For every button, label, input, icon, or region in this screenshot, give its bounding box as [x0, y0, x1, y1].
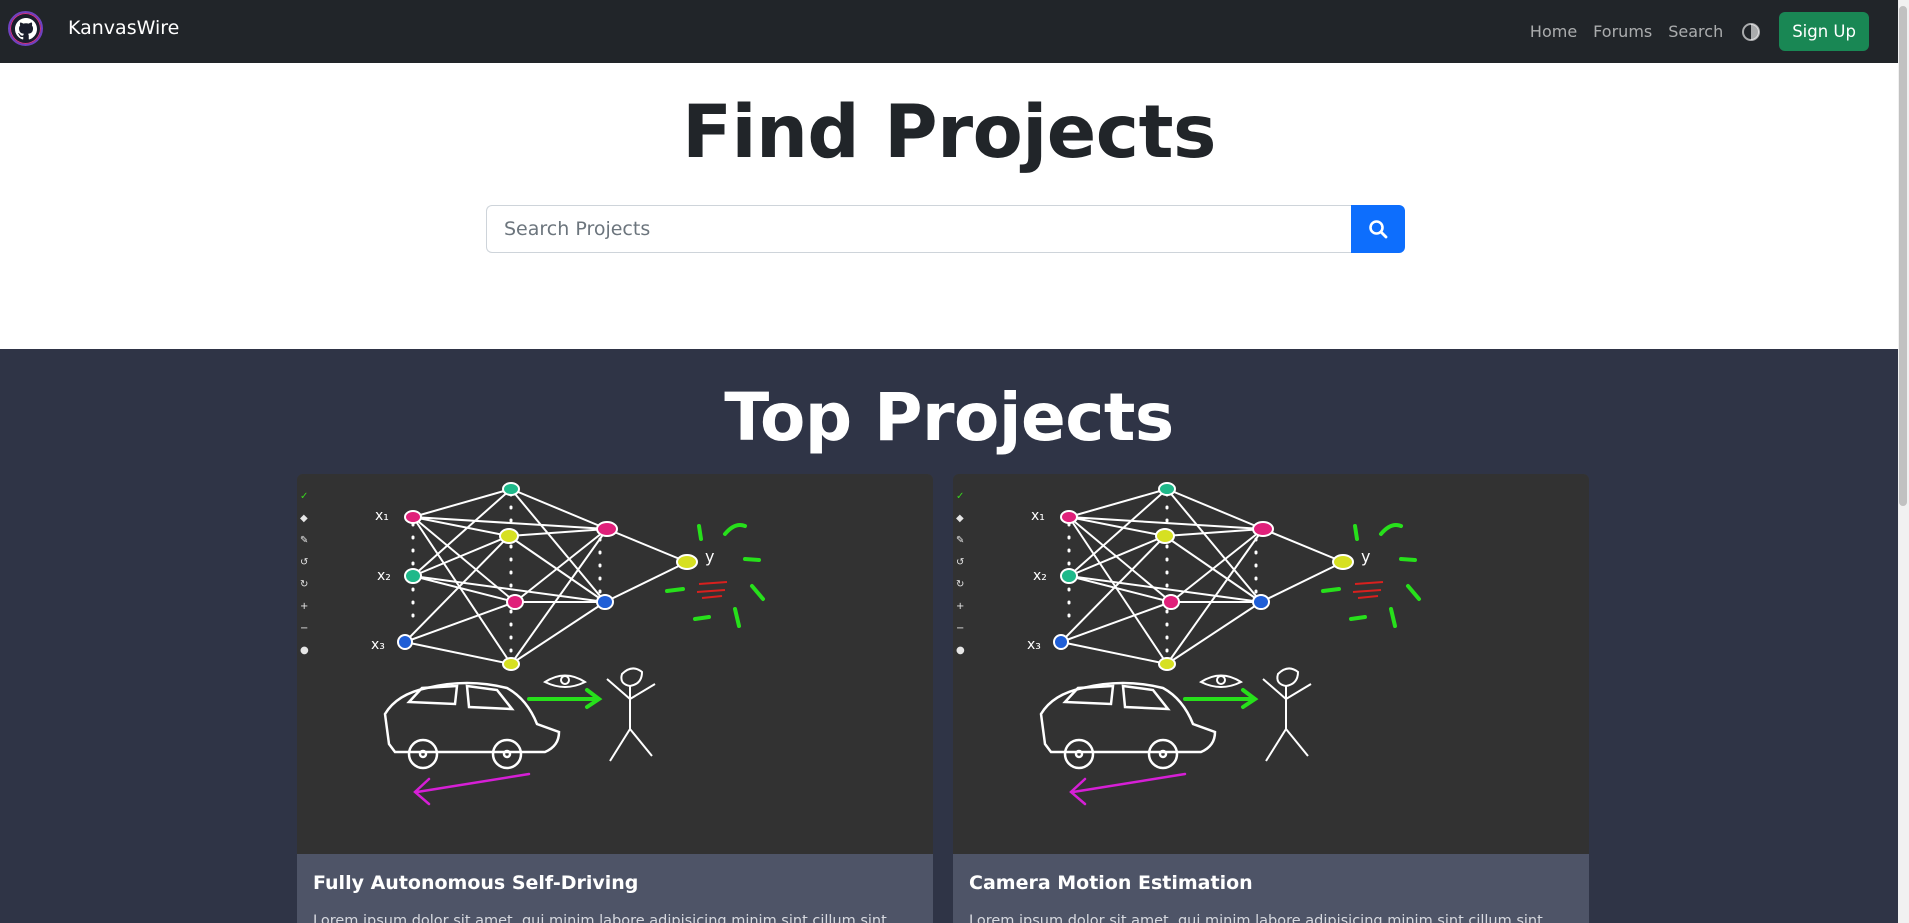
nav-link-forums[interactable]: Forums: [1593, 22, 1652, 41]
svg-text:●: ●: [956, 645, 965, 656]
signup-button[interactable]: Sign Up: [1779, 12, 1869, 51]
project-card[interactable]: ✓ ◆ ✎ ↺ ↻ + − ●: [297, 474, 933, 923]
svg-text:✎: ✎: [300, 535, 308, 546]
svg-text:x₂: x₂: [1033, 568, 1047, 584]
project-thumbnail: ✓ ◆ ✎ ↺ ↻ + − ● x₁ x₂ x₃ y: [953, 474, 1589, 854]
top-projects-heading: Top Projects: [724, 379, 1174, 456]
top-navbar: KanvasWire Home Forums Search Sign Up: [0, 0, 1898, 63]
project-search-group: [486, 205, 1405, 253]
svg-text:x₁: x₁: [375, 508, 389, 524]
project-card[interactable]: ✓ ◆ ✎ ↺ ↻ + − ●: [953, 474, 1589, 923]
svg-text:+: +: [956, 601, 964, 612]
svg-text:●: ●: [300, 645, 309, 656]
project-card-title[interactable]: Fully Autonomous Self-Driving: [313, 872, 638, 894]
svg-text:y: y: [1361, 547, 1370, 566]
project-card-description: Lorem ipsum dolor sit amet, qui minim la…: [313, 913, 887, 923]
svg-text:+: +: [300, 601, 308, 612]
nav-links: Home Forums Search Sign Up: [1530, 0, 1869, 63]
svg-text:−: −: [956, 623, 964, 634]
search-icon: [1369, 220, 1388, 239]
svg-text:x₃: x₃: [1027, 637, 1041, 653]
contrast-icon[interactable]: [1741, 22, 1761, 42]
project-thumbnail: ✓ ◆ ✎ ↺ ↻ + − ● x₁ x₂ x₃ y: [297, 474, 933, 854]
brand-name[interactable]: KanvasWire: [68, 17, 179, 39]
svg-text:y: y: [705, 547, 714, 566]
nav-link-search[interactable]: Search: [1668, 22, 1723, 41]
github-logo-icon[interactable]: [8, 11, 43, 46]
svg-text:↺: ↺: [300, 557, 308, 568]
svg-text:✎: ✎: [956, 535, 964, 546]
svg-text:◆: ◆: [956, 513, 964, 524]
svg-text:↺: ↺: [956, 557, 964, 568]
find-projects-heading: Find Projects: [682, 90, 1216, 175]
svg-text:↻: ↻: [956, 579, 964, 590]
scrollbar-thumb[interactable]: [1899, 6, 1907, 506]
nav-link-home[interactable]: Home: [1530, 22, 1577, 41]
project-card-description: Lorem ipsum dolor sit amet, qui minim la…: [969, 913, 1543, 923]
svg-text:◆: ◆: [300, 513, 308, 524]
svg-text:−: −: [300, 623, 308, 634]
svg-text:x₃: x₃: [371, 637, 385, 653]
project-search-input[interactable]: [486, 205, 1351, 253]
svg-text:x₁: x₁: [1031, 508, 1045, 524]
page-scrollbar[interactable]: [1898, 0, 1909, 923]
svg-text:✓: ✓: [300, 491, 308, 502]
svg-text:↻: ↻: [300, 579, 308, 590]
svg-text:x₂: x₂: [377, 568, 391, 584]
project-card-title[interactable]: Camera Motion Estimation: [969, 872, 1253, 894]
top-projects-section: Top Projects ✓ ◆ ✎ ↺ ↻ + − ● x₁ x₂ x₃ y …: [0, 349, 1898, 923]
svg-text:✓: ✓: [956, 491, 964, 502]
search-button[interactable]: [1351, 205, 1405, 253]
